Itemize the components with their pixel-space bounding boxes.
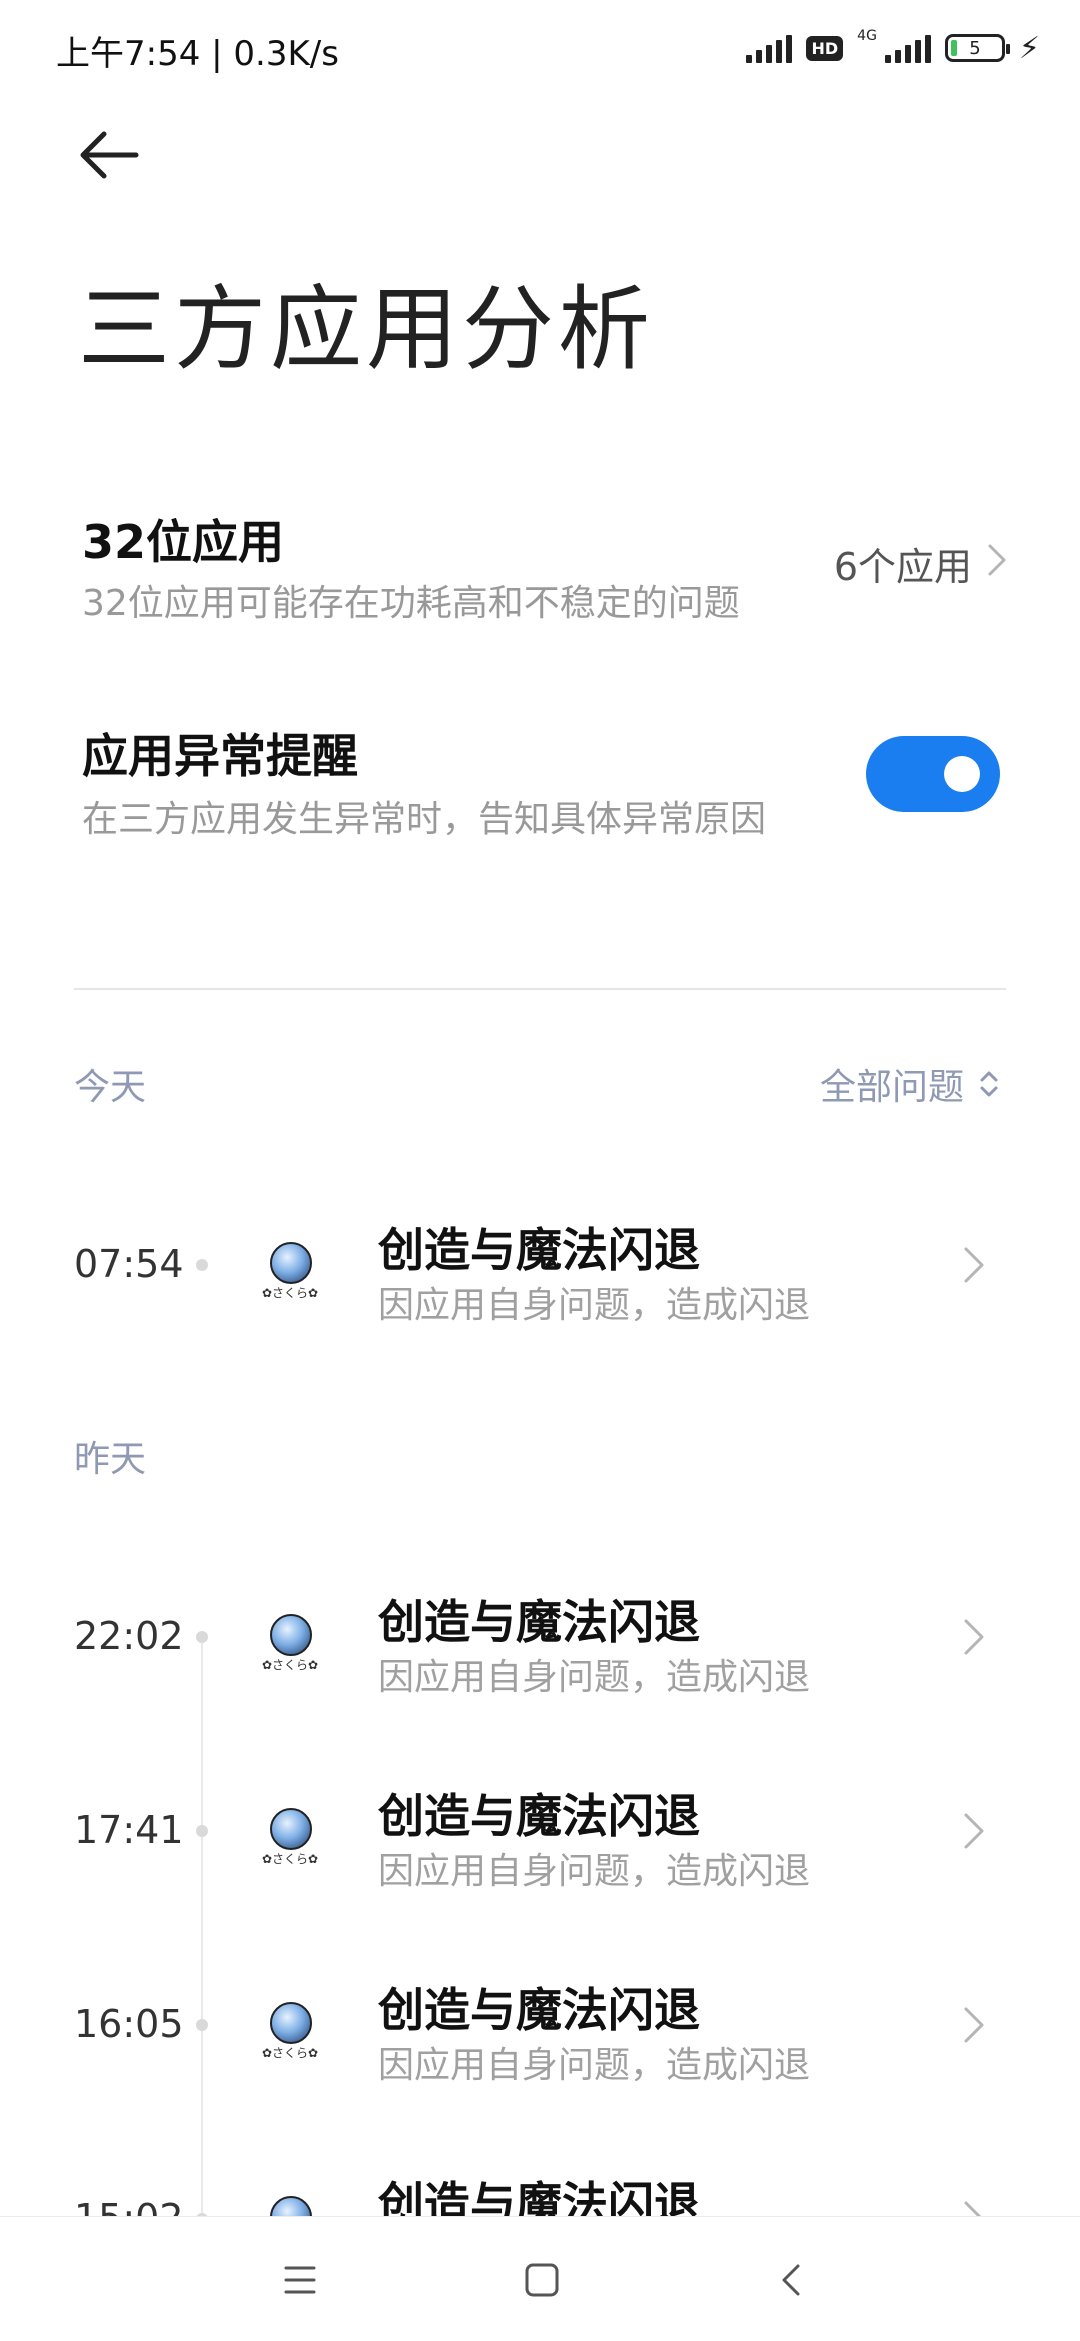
app-icon xyxy=(270,1808,312,1850)
signal-4g-icon xyxy=(884,33,931,63)
battery-icon: 5 xyxy=(944,34,1010,62)
hd-icon: HD xyxy=(806,35,844,61)
filter-label: 全部问题 xyxy=(819,1067,964,1108)
app-icon xyxy=(270,2002,312,2044)
chevron-right-icon xyxy=(964,2007,984,2043)
chevron-right-icon xyxy=(988,544,1006,576)
back-arrow-icon[interactable] xyxy=(74,120,144,190)
app-icon-tag: ✿さくら✿ xyxy=(262,2046,319,2060)
filter-dropdown[interactable]: 全部问题 xyxy=(820,1058,1000,1110)
item-time: 17:41 xyxy=(74,1808,184,1852)
back-nav-icon[interactable] xyxy=(772,2260,812,2300)
timeline-dot xyxy=(196,1825,208,1837)
anomaly-toggle[interactable] xyxy=(866,736,1000,812)
status-icons: HD 4G 5 ⚡ xyxy=(746,28,1040,68)
app-icon xyxy=(270,1614,312,1656)
section-today: 今天 xyxy=(74,1067,147,1108)
item-time: 07:54 xyxy=(74,1242,184,1286)
app-icon-tag: ✿さくら✿ xyxy=(262,1286,319,1300)
app-icon xyxy=(270,1242,312,1284)
timeline-line xyxy=(201,1634,203,2234)
item-title: 创造与魔法闪退 xyxy=(378,1983,700,2037)
apps32-subtitle: 32位应用可能存在功耗高和不稳定的问题 xyxy=(82,583,740,624)
list-item[interactable]: 07:54 ✿さくら✿ 创造与魔法闪退 因应用自身问题，造成闪退 xyxy=(0,1200,1080,1330)
section-yesterday: 昨天 xyxy=(74,1439,147,1480)
item-subtitle: 因应用自身问题，造成闪退 xyxy=(378,1851,811,1892)
charging-icon: ⚡ xyxy=(1018,30,1040,66)
sort-updown-icon xyxy=(980,1071,998,1097)
apps32-row[interactable]: 32位应用 32位应用可能存在功耗高和不稳定的问题 6个应用 xyxy=(0,490,1080,630)
timeline-dot xyxy=(196,1631,208,1643)
item-time: 22:02 xyxy=(74,1614,184,1658)
list-item[interactable]: 22:02 ✿さくら✿ 创造与魔法闪退 因应用自身问题，造成闪退 xyxy=(0,1572,1080,1702)
app-icon-tag: ✿さくら✿ xyxy=(262,1658,319,1672)
chevron-right-icon xyxy=(964,1813,984,1849)
timeline-dot xyxy=(196,1259,208,1271)
apps32-count: 6个应用 xyxy=(833,545,972,589)
list-item[interactable]: 16:05 ✿さくら✿ 创造与魔法闪退 因应用自身问题，造成闪退 xyxy=(0,1960,1080,2090)
anomaly-subtitle: 在三方应用发生异常时，告知具体异常原因 xyxy=(82,799,767,840)
toggle-knob xyxy=(944,756,980,792)
chevron-right-icon xyxy=(964,1247,984,1283)
chevron-right-icon xyxy=(964,1619,984,1655)
divider xyxy=(74,988,1006,990)
item-title: 创造与魔法闪退 xyxy=(378,1789,700,1843)
item-title: 创造与魔法闪退 xyxy=(378,1223,700,1277)
page-title: 三方应用分析 xyxy=(78,276,655,383)
item-subtitle: 因应用自身问题，造成闪退 xyxy=(378,2045,811,2086)
network-type-label: 4G xyxy=(857,28,877,44)
timeline-dot xyxy=(196,2019,208,2031)
menu-icon[interactable] xyxy=(280,2260,320,2300)
item-title: 创造与魔法闪退 xyxy=(378,1595,700,1649)
home-icon[interactable] xyxy=(522,2260,562,2300)
list-item[interactable]: 17:41 ✿さくら✿ 创造与魔法闪退 因应用自身问题，造成闪退 xyxy=(0,1766,1080,1896)
battery-level: 5 xyxy=(969,37,981,59)
status-time-speed: 上午7:54 | 0.3K/s xyxy=(56,34,339,74)
anomaly-title: 应用异常提醒 xyxy=(82,729,358,783)
item-time: 16:05 xyxy=(74,2002,184,2046)
app-icon-tag: ✿さくら✿ xyxy=(262,1852,319,1866)
apps32-title: 32位应用 xyxy=(82,515,285,569)
signal-icon xyxy=(746,33,793,63)
item-subtitle: 因应用自身问题，造成闪退 xyxy=(378,1285,811,1326)
item-subtitle: 因应用自身问题，造成闪退 xyxy=(378,1657,811,1698)
